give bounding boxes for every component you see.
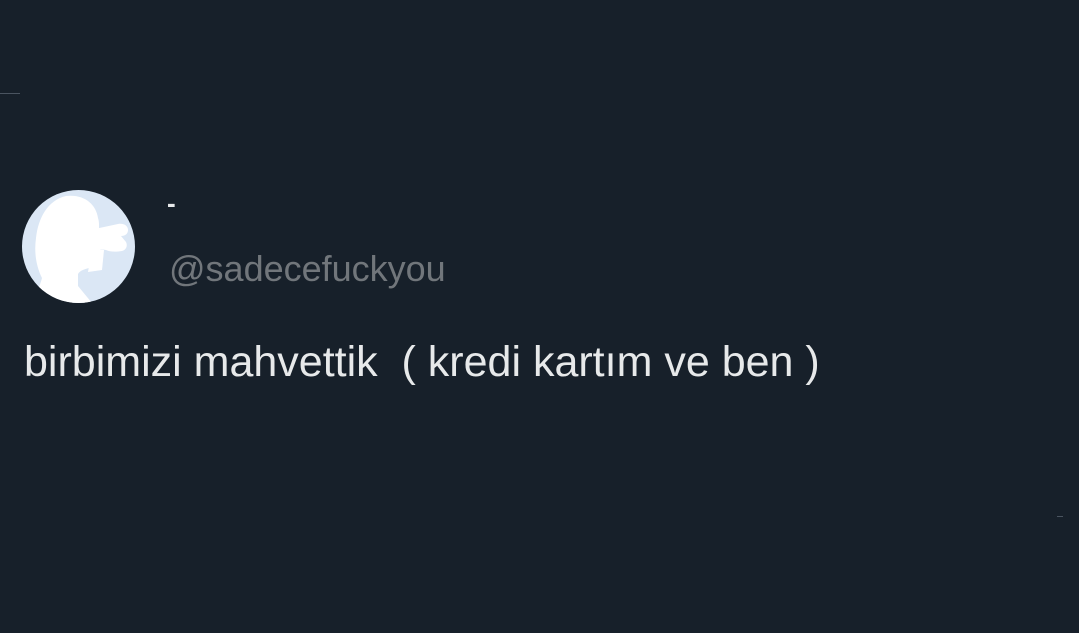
author-handle[interactable]: @sadecefuckyou — [169, 248, 446, 290]
tweet-text: birbimizi mahvettik ( kredi kartım ve be… — [24, 338, 820, 386]
default-profile-silhouette-icon — [22, 190, 135, 303]
divider-line-left — [0, 93, 20, 94]
divider-line-right — [1057, 516, 1063, 517]
tweet-card: - @sadecefuckyou birbimizi mahvettik ( k… — [0, 0, 1079, 633]
avatar[interactable] — [22, 190, 135, 303]
author-display-name[interactable]: - — [167, 188, 176, 218]
